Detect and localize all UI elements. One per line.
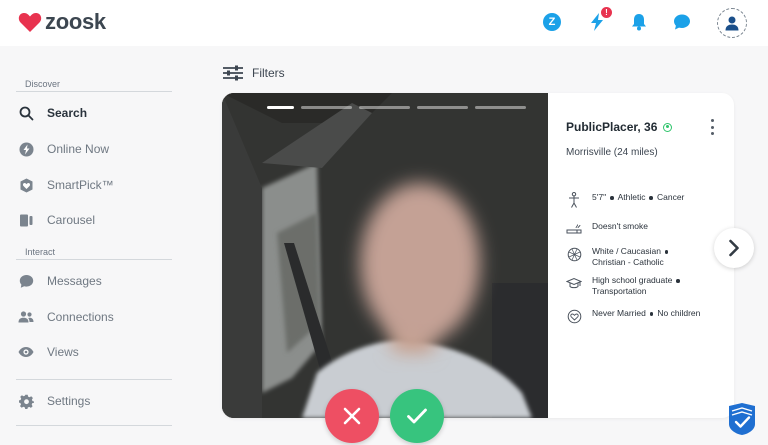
sidebar-divider	[16, 425, 172, 426]
sidebar-item-label: Settings	[47, 394, 91, 408]
sidebar-divider	[16, 379, 172, 380]
sidebar-item-online-now[interactable]: Online Now	[0, 134, 180, 164]
attr-background: White / Caucasian Christian - Catholic	[566, 246, 734, 268]
sidebar-item-label: Search	[47, 106, 88, 120]
sidebar: Discover Search Online Now SmartPick™ Ca…	[0, 46, 190, 445]
logo-text: zoosk	[45, 9, 106, 34]
graduation-cap-icon	[566, 275, 582, 291]
discover-section-label: Discover	[25, 79, 61, 89]
photo-progress-segment	[359, 106, 410, 109]
person-height-icon	[566, 192, 582, 208]
cigarette-icon	[566, 221, 582, 237]
sidebar-item-messages[interactable]: Messages	[0, 266, 180, 296]
profile-name[interactable]: PublicPlacer, 36	[566, 120, 673, 134]
heart-logo-icon	[18, 12, 42, 32]
sidebar-item-smartpick[interactable]: SmartPick™	[0, 170, 180, 200]
photo-progress-segment	[417, 106, 468, 109]
photo-progress-segment	[267, 106, 294, 109]
profile-card: PublicPlacer, 36 Morrisville (24 miles) …	[222, 93, 734, 418]
filters-label: Filters	[252, 66, 285, 80]
chat-bubble-icon	[18, 273, 34, 289]
eye-icon	[18, 344, 34, 360]
profile-details: PublicPlacer, 36 Morrisville (24 miles) …	[566, 93, 734, 418]
lightning-icon[interactable]: !	[587, 7, 612, 32]
notification-badge: !	[601, 7, 612, 18]
photo-progress-segment	[301, 106, 352, 109]
attr-relationship: Never Married No children	[566, 308, 734, 324]
gear-icon	[18, 393, 34, 409]
bell-icon[interactable]	[629, 12, 649, 32]
zoosk-logo[interactable]: zoosk	[18, 9, 106, 35]
sidebar-item-search[interactable]: Search	[0, 98, 180, 128]
top-header: zoosk Z !	[0, 0, 768, 46]
next-profile-button[interactable]	[714, 228, 754, 268]
help-chat-widget[interactable]	[727, 402, 757, 436]
interact-section-label: Interact	[25, 247, 56, 257]
sidebar-item-label: Views	[47, 345, 79, 359]
lightning-icon	[18, 141, 34, 157]
filters-button[interactable]: Filters	[222, 62, 285, 84]
check-icon	[407, 408, 427, 424]
attr-smoking: Doesn't smoke	[566, 221, 734, 237]
sidebar-item-label: Connections	[47, 310, 114, 324]
sidebar-item-carousel[interactable]: Carousel	[0, 205, 180, 235]
sidebar-item-settings[interactable]: Settings	[0, 386, 180, 416]
zoosk-coin-icon[interactable]: Z	[542, 12, 562, 32]
heart-outline-icon	[566, 308, 582, 324]
sidebar-item-label: Online Now	[47, 142, 110, 156]
photo-image	[222, 93, 548, 418]
sidebar-divider	[16, 259, 172, 260]
sidebar-item-label: SmartPick™	[47, 178, 114, 192]
photo-progress-segment	[475, 106, 526, 109]
profile-location: Morrisville (24 miles)	[566, 147, 658, 158]
pass-button[interactable]	[325, 389, 379, 443]
sidebar-item-label: Messages	[47, 274, 102, 288]
carousel-icon	[18, 212, 34, 228]
attr-physical: 5'7" Athletic Cancer	[566, 192, 734, 208]
search-icon	[18, 105, 34, 121]
like-button[interactable]	[390, 389, 444, 443]
sidebar-item-connections[interactable]: Connections	[0, 302, 180, 332]
sidebar-item-label: Carousel	[47, 213, 96, 227]
smartpick-icon	[18, 177, 34, 193]
online-status-icon	[663, 122, 673, 132]
close-icon	[343, 407, 361, 425]
more-options-button[interactable]	[706, 119, 718, 135]
checklist-icon	[729, 403, 755, 435]
globe-icon	[566, 246, 582, 262]
sidebar-divider	[16, 91, 172, 92]
profile-photo[interactable]	[222, 93, 548, 418]
user-avatar-icon[interactable]	[717, 8, 747, 38]
chevron-right-icon	[729, 239, 739, 257]
chat-bubble-icon[interactable]	[672, 12, 692, 32]
attr-education: High school graduate Transportation	[566, 275, 734, 297]
people-icon	[18, 309, 34, 325]
sliders-icon	[223, 65, 243, 81]
sidebar-item-views[interactable]: Views	[0, 337, 180, 367]
